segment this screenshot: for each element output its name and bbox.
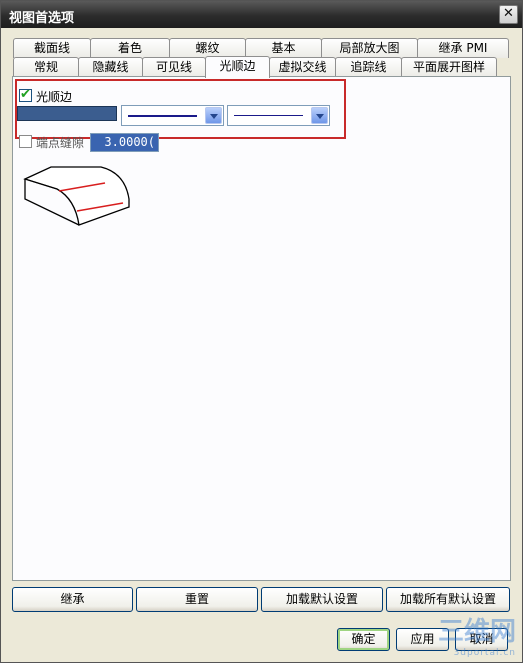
end-gap-label: 端点缝隙 [36,136,85,150]
checkmark-icon: ✔ [20,87,31,102]
tab-flat-pattern[interactable]: 平面展开图样 [401,57,497,77]
tab-trace-lines[interactable]: 追踪线 [335,57,402,77]
watermark-url: 3dportal.cn [453,648,516,658]
smooth-edge-checkbox[interactable]: ✔ [19,87,32,102]
smooth-edge-color-swatch[interactable] [17,106,117,121]
smooth-edge-label: 光顺边 [36,90,73,104]
view-preferences-dialog: 视图首选项 ✕ 截面线 着色 螺纹 基本 局部放大图 继承 PMI 常规 隐藏线… [0,0,523,663]
smooth-edge-preview-icon [23,166,130,226]
load-default-button[interactable]: 加载默认设置 [261,587,383,612]
ok-button[interactable]: 确定 [337,628,390,651]
close-button[interactable]: ✕ [499,5,518,24]
end-gap-checkbox[interactable] [19,135,32,148]
tab-hidden-lines[interactable]: 隐藏线 [78,57,143,77]
solid-line-icon [128,115,197,117]
line-font-dropdown[interactable] [121,105,224,126]
tab-shading[interactable]: 着色 [90,38,170,58]
tab-thread[interactable]: 螺纹 [169,38,246,58]
line-width-dropdown[interactable] [227,105,330,126]
tab-detail-view[interactable]: 局部放大图 [321,38,418,58]
tab-smooth-edges[interactable]: 光顺边 [205,56,270,78]
tab-general[interactable]: 常规 [13,57,79,77]
tab-visible-lines[interactable]: 可见线 [142,57,206,77]
title-bar[interactable]: 视图首选项 ✕ [1,1,522,28]
chevron-down-icon[interactable] [311,107,328,124]
thin-line-icon [234,115,303,116]
load-all-default-button[interactable]: 加载所有默认设置 [386,587,510,612]
chevron-down-icon[interactable] [205,107,222,124]
tab-panel-smooth-edges: ✔ 光顺边 端点缝隙 3.0000( [12,76,511,581]
reset-button[interactable]: 重置 [136,587,258,612]
end-gap-input[interactable]: 3.0000( [90,133,159,152]
tab-basic[interactable]: 基本 [245,38,322,58]
window-title: 视图首选项 [9,11,75,26]
settings-button-row: 继承 重置 加载默认设置 加载所有默认设置 [12,587,513,613]
watermark-logo: 三维网 [437,617,516,647]
tab-row-back: 截面线 着色 螺纹 基本 局部放大图 继承 PMI [13,38,509,58]
tab-virtual-intersection[interactable]: 虚拟交线 [269,57,336,77]
inherit-button[interactable]: 继承 [12,587,133,612]
tab-inherit-pmi[interactable]: 继承 PMI [417,38,509,58]
tab-row-front: 常规 隐藏线 可见线 光顺边 虚拟交线 追踪线 平面展开图样 [13,56,497,78]
tab-section-line[interactable]: 截面线 [13,38,91,58]
